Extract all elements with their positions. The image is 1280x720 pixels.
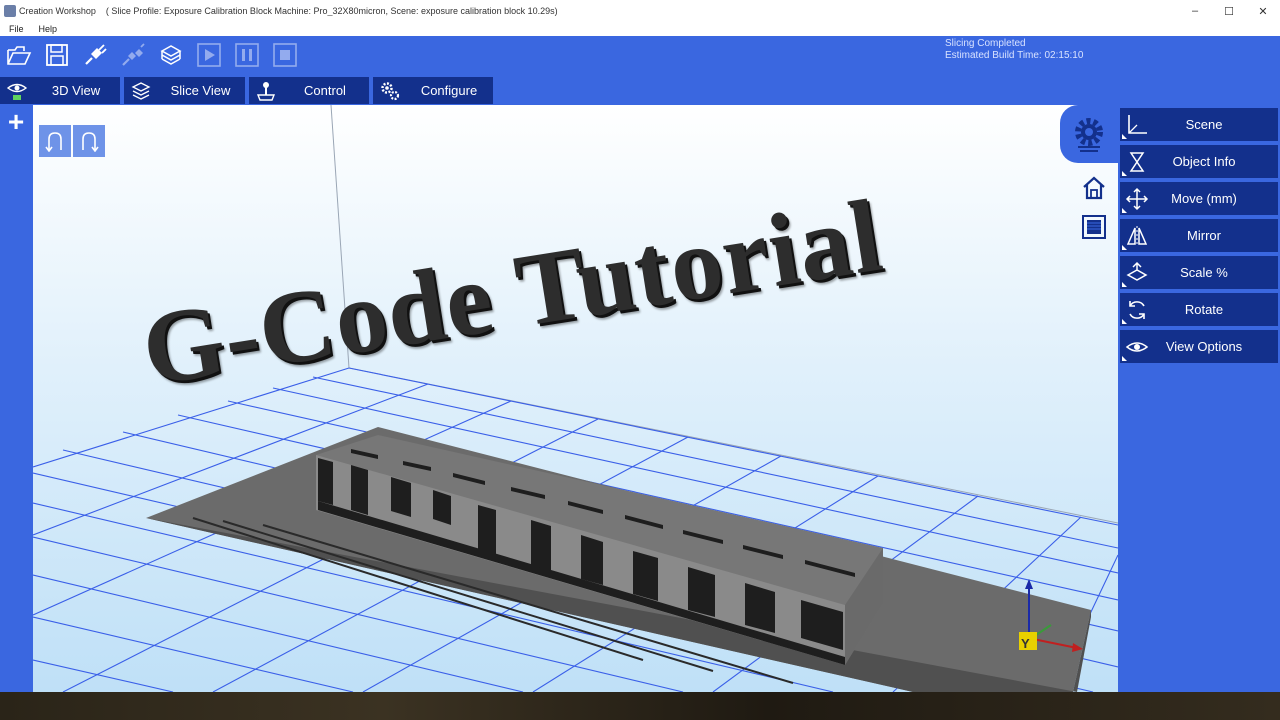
menu-bar: File Help bbox=[0, 22, 1280, 36]
play-icon bbox=[197, 43, 221, 67]
panel-button-label: Scale % bbox=[1180, 265, 1228, 280]
eye-icon bbox=[6, 80, 28, 102]
tab-label: Control bbox=[304, 83, 346, 98]
plug-connect-icon bbox=[85, 44, 107, 65]
expand-arrow-icon bbox=[1122, 134, 1127, 139]
home-view-button[interactable] bbox=[1080, 174, 1108, 202]
tab-label: 3D View bbox=[51, 83, 101, 98]
expand-arrow-icon bbox=[1122, 282, 1127, 287]
menu-help[interactable]: Help bbox=[30, 24, 64, 34]
panel-button-label: View Options bbox=[1165, 339, 1243, 354]
status-line-2: Estimated Build Time: 02:15:10 bbox=[945, 50, 1084, 61]
3d-viewport[interactable]: Y G-Code Tutorial bbox=[33, 105, 1118, 692]
layers-icon bbox=[160, 45, 182, 65]
close-button[interactable]: ✕ bbox=[1246, 0, 1280, 22]
disconnect-button[interactable] bbox=[114, 37, 152, 73]
rotate-button[interactable]: Rotate bbox=[1120, 293, 1278, 326]
pause-icon bbox=[235, 43, 259, 67]
toolbar bbox=[0, 36, 304, 74]
plug-disconnect-icon bbox=[122, 43, 145, 66]
view-options-button[interactable]: View Options bbox=[1120, 330, 1278, 363]
undo-arrow-icon bbox=[45, 132, 62, 152]
right-panel: Scene Object Info Move (mm) Mirror Scale… bbox=[1120, 108, 1278, 367]
app-icon bbox=[4, 5, 16, 17]
add-button[interactable]: + bbox=[3, 108, 29, 136]
pause-button[interactable] bbox=[228, 37, 266, 73]
tab-label: Configure bbox=[420, 83, 478, 98]
play-button[interactable] bbox=[190, 37, 228, 73]
gears-icon bbox=[379, 80, 401, 102]
expand-arrow-icon bbox=[1122, 356, 1127, 361]
minimize-button[interactable]: – bbox=[1178, 0, 1212, 22]
undo-button[interactable] bbox=[39, 125, 71, 157]
joystick-icon bbox=[255, 80, 277, 102]
expand-arrow-icon bbox=[1122, 171, 1127, 176]
move-button[interactable]: Move (mm) bbox=[1120, 182, 1278, 215]
panel-button-label: Scene bbox=[1185, 117, 1223, 132]
panel-button-label: Move (mm) bbox=[1171, 191, 1237, 206]
stop-icon bbox=[273, 43, 297, 67]
expand-arrow-icon bbox=[1122, 319, 1127, 324]
document-title: ( Slice Profile: Exposure Calibration Bl… bbox=[105, 6, 558, 16]
object-info-button[interactable]: Object Info bbox=[1120, 145, 1278, 178]
stop-button[interactable] bbox=[266, 37, 304, 73]
home-icon bbox=[1083, 176, 1105, 200]
tab-configure[interactable]: Configure bbox=[373, 77, 493, 104]
view-tabs: 3D View Slice View Control Configure bbox=[0, 77, 493, 104]
floppy-disk-icon bbox=[46, 44, 68, 66]
tab-3d-view[interactable]: 3D View bbox=[0, 77, 120, 104]
slice-button[interactable] bbox=[152, 37, 190, 73]
app-name: Creation Workshop bbox=[19, 6, 96, 16]
status-line-1: Slicing Completed bbox=[945, 38, 1026, 49]
cube-view-icon bbox=[1082, 215, 1106, 239]
title-bar: Creation Workshop ( Slice Profile: Expos… bbox=[0, 0, 1280, 22]
menu-file[interactable]: File bbox=[0, 24, 30, 34]
scale-button[interactable]: Scale % bbox=[1120, 256, 1278, 289]
layers-icon bbox=[130, 80, 152, 102]
tab-label: Slice View bbox=[170, 83, 231, 98]
panel-button-label: Object Info bbox=[1172, 154, 1236, 169]
redo-arrow-icon bbox=[82, 132, 99, 152]
tab-slice-view[interactable]: Slice View bbox=[124, 77, 245, 104]
status-text: Slicing Completed Estimated Build Time: … bbox=[945, 38, 1083, 62]
panel-button-label: Mirror bbox=[1187, 228, 1221, 243]
redo-button[interactable] bbox=[73, 125, 105, 157]
connect-button[interactable] bbox=[76, 37, 114, 73]
expand-arrow-icon bbox=[1122, 208, 1127, 213]
box-view-button[interactable] bbox=[1080, 213, 1108, 241]
window-controls: – ☐ ✕ bbox=[1178, 0, 1280, 22]
folder-open-icon bbox=[7, 46, 32, 65]
bottom-strip bbox=[0, 692, 1280, 720]
settings-tab[interactable] bbox=[1060, 105, 1118, 163]
expand-arrow-icon bbox=[1122, 245, 1127, 250]
panel-button-label: Rotate bbox=[1184, 302, 1224, 317]
gear-icon bbox=[1075, 118, 1103, 152]
tab-control[interactable]: Control bbox=[249, 77, 369, 104]
open-file-button[interactable] bbox=[0, 37, 38, 73]
save-button[interactable] bbox=[38, 37, 76, 73]
app-area: Slicing Completed Estimated Build Time: … bbox=[0, 36, 1280, 692]
mirror-button[interactable]: Mirror bbox=[1120, 219, 1278, 252]
maximize-button[interactable]: ☐ bbox=[1212, 0, 1246, 22]
axis-label-y: Y bbox=[1021, 636, 1030, 651]
undo-redo-group bbox=[39, 125, 105, 157]
scene-button[interactable]: Scene bbox=[1120, 108, 1278, 141]
